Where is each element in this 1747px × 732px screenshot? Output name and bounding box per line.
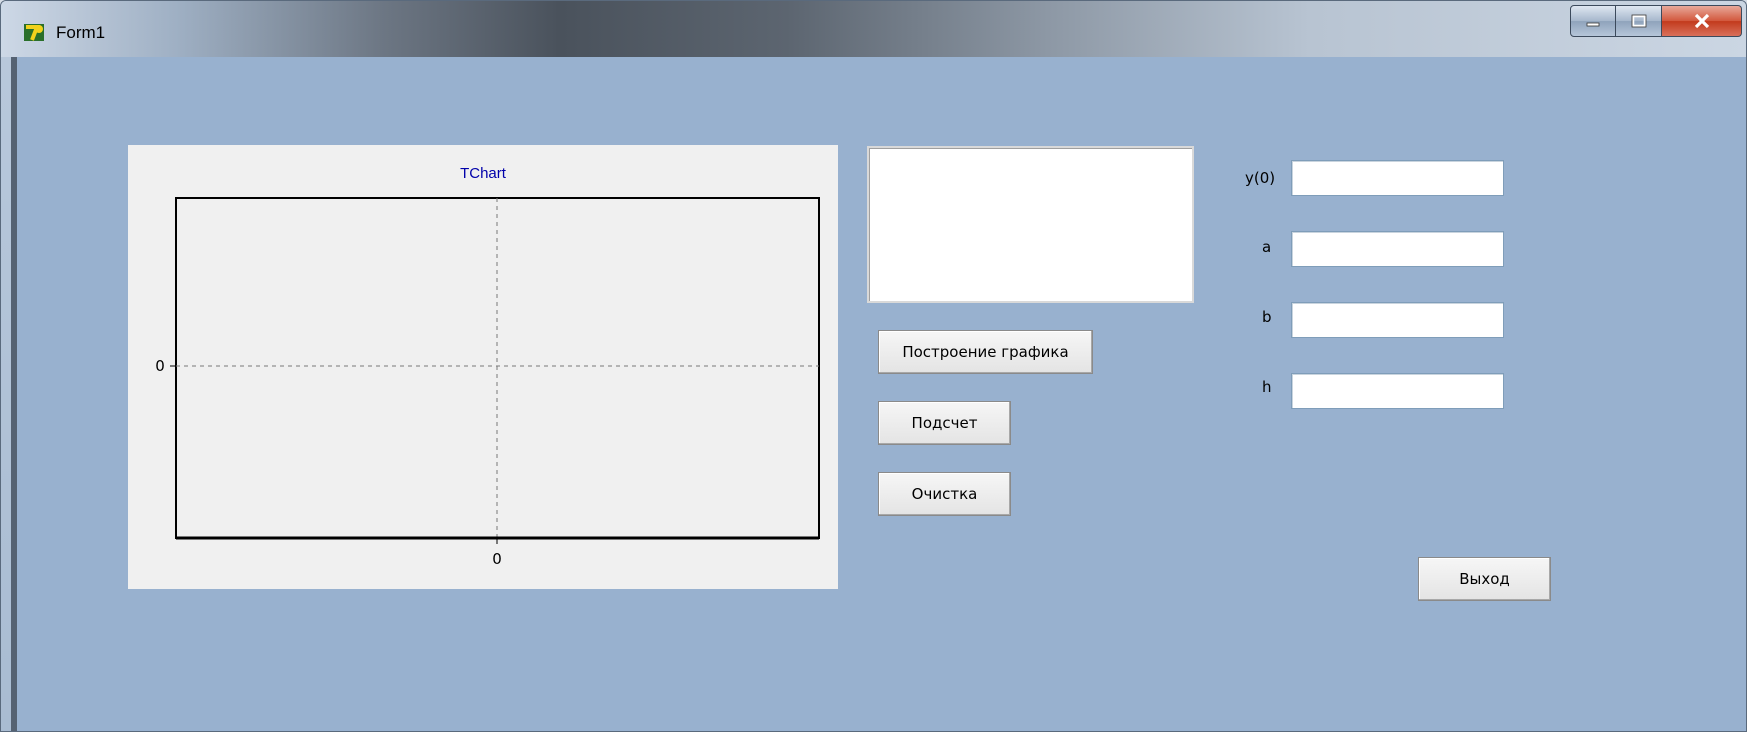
maximize-button[interactable] — [1616, 5, 1662, 37]
form-window: Form1 TChart 0 0 Построение графика Подс… — [0, 0, 1747, 732]
b-label: b — [1262, 308, 1272, 326]
window-controls — [1570, 5, 1742, 37]
minimize-icon — [1586, 22, 1600, 27]
a-input[interactable] — [1291, 231, 1504, 267]
title-bar[interactable]: Form1 — [1, 1, 1746, 57]
chart-plot: 0 0 — [155, 197, 820, 568]
delphi-app-icon — [24, 24, 44, 41]
memo-output[interactable] — [867, 146, 1194, 303]
y0-label: y(0) — [1245, 169, 1276, 187]
y0-input[interactable] — [1291, 160, 1504, 196]
chart-y-tick-label: 0 — [155, 357, 165, 375]
tchart-panel[interactable]: TChart 0 0 — [128, 145, 838, 589]
h-input[interactable] — [1291, 373, 1504, 409]
window-title: Form1 — [56, 23, 106, 42]
minimize-button[interactable] — [1570, 5, 1616, 37]
plot-graph-button[interactable]: Построение графика — [878, 330, 1093, 374]
maximize-icon — [1631, 14, 1646, 28]
clear-button[interactable]: Очистка — [878, 472, 1011, 516]
h-label: h — [1262, 378, 1272, 396]
chart-x-tick-label: 0 — [492, 550, 502, 568]
a-label: a — [1262, 238, 1272, 256]
exit-button[interactable]: Выход — [1418, 557, 1551, 601]
close-icon — [1694, 13, 1709, 29]
count-button[interactable]: Подсчет — [878, 401, 1011, 445]
b-input[interactable] — [1291, 302, 1504, 338]
close-button[interactable] — [1662, 5, 1742, 37]
